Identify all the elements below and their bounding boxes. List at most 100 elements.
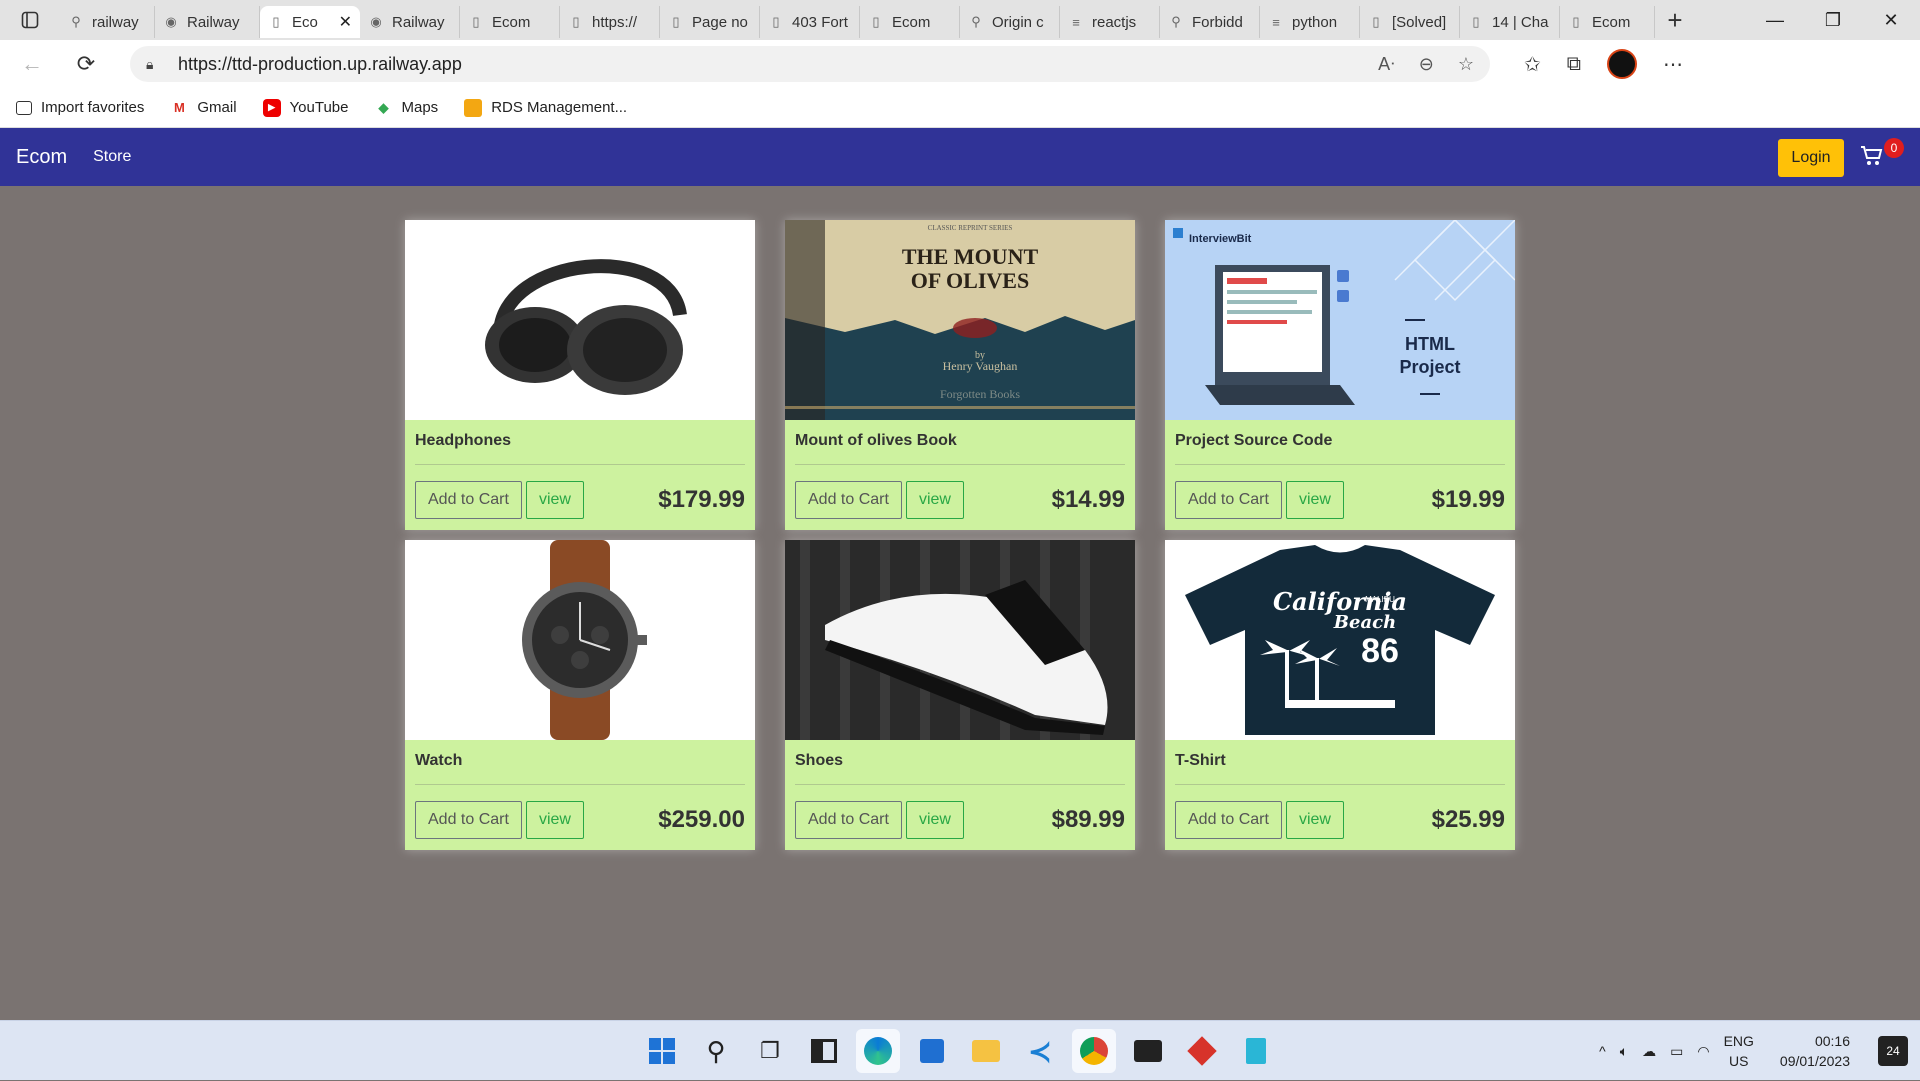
site-brand[interactable]: Ecom xyxy=(16,146,67,169)
browser-tab[interactable]: ⚲ railway xyxy=(60,6,155,38)
task-view-icon: ❐ xyxy=(760,1038,780,1063)
taskbar-chrome[interactable] xyxy=(1072,1029,1116,1073)
add-favorite-icon[interactable]: ☆ xyxy=(1458,54,1474,75)
url-text[interactable]: https://ttd-production.up.railway.app xyxy=(178,54,462,75)
store-link[interactable]: Store xyxy=(93,148,131,166)
browser-tab[interactable]: ▯ 403 Fort xyxy=(760,6,860,38)
favorite-youtube[interactable]: ▶ YouTube xyxy=(262,98,349,117)
tab-label: Railway xyxy=(392,13,445,31)
favorite-gmail[interactable]: M Gmail xyxy=(170,99,237,117)
browser-tab[interactable]: ▯ Ecom xyxy=(1560,6,1655,38)
tab-label: 403 Fort xyxy=(792,13,848,31)
product-image-tshirt[interactable]: California MALIBU Beach 86 xyxy=(1165,540,1515,740)
favorite-maps[interactable]: ◆ Maps xyxy=(375,99,439,117)
tab-label: Page no xyxy=(692,13,748,31)
close-tab-icon[interactable]: ✕ xyxy=(333,12,352,32)
product-title: Headphones xyxy=(415,432,512,449)
add-to-cart-button[interactable]: Add to Cart xyxy=(415,481,522,519)
taskbar-explorer[interactable] xyxy=(964,1029,1008,1073)
new-tab-button[interactable]: + xyxy=(1655,0,1695,40)
card-divider xyxy=(1175,464,1505,465)
view-button[interactable]: view xyxy=(905,481,964,519)
task-view-button[interactable]: ❐ xyxy=(748,1029,792,1073)
browser-tab[interactable]: ▯ https:// xyxy=(560,6,660,38)
language-indicator[interactable]: ENG US xyxy=(1724,1031,1754,1071)
browser-tab[interactable]: ⚲ Origin c xyxy=(960,6,1060,38)
view-button[interactable]: view xyxy=(1285,801,1344,839)
taskbar-package-app[interactable] xyxy=(1180,1029,1224,1073)
more-menu-icon[interactable]: ⋯ xyxy=(1663,52,1683,77)
view-button[interactable]: view xyxy=(1285,481,1344,519)
cart-icon[interactable] xyxy=(1860,144,1884,170)
tab-actions-button[interactable] xyxy=(0,0,60,40)
browser-tab[interactable]: ▯ 14 | Cha xyxy=(1460,6,1560,38)
site-navbar: Ecom Store Login 0 xyxy=(0,128,1920,186)
product-image-watch[interactable] xyxy=(405,540,755,740)
search-button[interactable]: ⚲ xyxy=(694,1029,738,1073)
product-image-headphones[interactable] xyxy=(405,220,755,420)
page-icon: ▯ xyxy=(672,14,680,29)
browser-tab[interactable]: ◉ Railway xyxy=(360,6,460,38)
view-button[interactable]: view xyxy=(525,801,584,839)
favorite-import[interactable]: Import favorites xyxy=(16,99,144,116)
favorite-rds[interactable]: RDS Management... xyxy=(464,98,627,117)
add-to-cart-button[interactable]: Add to Cart xyxy=(1175,481,1282,519)
start-button[interactable] xyxy=(640,1029,684,1073)
tab-label: Railway xyxy=(187,13,240,31)
tab-label: railway xyxy=(92,13,139,31)
browser-tab[interactable]: ▯ Ecom xyxy=(860,6,960,38)
widgets-button[interactable] xyxy=(802,1029,846,1073)
battery-icon[interactable]: ▭ xyxy=(1670,1043,1683,1060)
search-icon: ⚲ xyxy=(71,14,81,29)
collections-icon[interactable]: ⧉ xyxy=(1567,53,1581,76)
taskbar-edge[interactable] xyxy=(856,1029,900,1073)
browser-tab[interactable]: ▯ Ecom xyxy=(460,6,560,38)
product-title: Watch xyxy=(415,752,463,769)
product-image-source-code[interactable]: InterviewBit HTML Project xyxy=(1165,220,1515,420)
product-image-book[interactable]: CLASSIC REPRINT SERIES THE MOUNT OF OLIV… xyxy=(785,220,1135,420)
tab-label: Ecom xyxy=(1592,13,1631,31)
add-to-cart-button[interactable]: Add to Cart xyxy=(415,801,522,839)
read-aloud-icon[interactable]: Aᐧ xyxy=(1378,54,1395,75)
zoom-out-icon[interactable]: ⊖ xyxy=(1419,54,1434,75)
minimize-button[interactable]: — xyxy=(1746,0,1804,40)
add-to-cart-button[interactable]: Add to Cart xyxy=(795,801,902,839)
product-title: Shoes xyxy=(795,752,844,769)
url-bar[interactable]: 🔒︎ https://ttd-production.up.railway.app… xyxy=(130,46,1490,82)
taskbar-terminal[interactable] xyxy=(1126,1029,1170,1073)
profile-avatar[interactable] xyxy=(1607,49,1638,79)
product-card: Shoes Add to Cart view $89.99 xyxy=(785,540,1135,850)
add-to-cart-button[interactable]: Add to Cart xyxy=(1175,801,1282,839)
product-image-shoes[interactable] xyxy=(785,540,1135,740)
product-price: $14.99 xyxy=(1051,486,1125,513)
notification-center[interactable]: 24 xyxy=(1878,1036,1908,1066)
railway-icon: ◉ xyxy=(165,14,177,29)
browser-tab[interactable]: ▯ [Solved] xyxy=(1360,6,1460,38)
browser-tab[interactable]: ▯ Page no xyxy=(660,6,760,38)
show-hidden-icons[interactable]: ^ xyxy=(1599,1043,1606,1059)
volume-icon[interactable]: 🔈︎ xyxy=(1620,1043,1628,1060)
wifi-icon[interactable]: ◠ xyxy=(1697,1043,1709,1060)
browser-tab[interactable]: ▯ Eco ✕ xyxy=(260,6,360,38)
favorites-icon[interactable]: ✩ xyxy=(1524,52,1541,77)
vscode-icon: ≺ xyxy=(1028,1035,1052,1067)
taskbar-notepad[interactable] xyxy=(1234,1029,1278,1073)
refresh-button[interactable]: ⟳ xyxy=(64,44,108,84)
browser-tab[interactable]: ≡ reactjs xyxy=(1060,6,1160,38)
login-button[interactable]: Login xyxy=(1778,139,1844,177)
view-button[interactable]: view xyxy=(525,481,584,519)
browser-tab[interactable]: ◉ Railway xyxy=(155,6,260,38)
clock[interactable]: 00:16 09/01/2023 xyxy=(1780,1031,1850,1071)
close-window-button[interactable]: ✕ xyxy=(1862,0,1920,40)
book-series-text: CLASSIC REPRINT SERIES xyxy=(928,224,1013,232)
onedrive-icon[interactable]: ☁︎ xyxy=(1642,1043,1656,1060)
add-to-cart-button[interactable]: Add to Cart xyxy=(795,481,902,519)
browser-tab[interactable]: ⚲ Forbidd xyxy=(1160,6,1260,38)
browser-tab[interactable]: ≡ python xyxy=(1260,6,1360,38)
lock-icon: 🔒︎ xyxy=(146,55,154,72)
view-button[interactable]: view xyxy=(905,801,964,839)
back-button[interactable]: ← xyxy=(10,44,54,84)
taskbar-store[interactable] xyxy=(910,1029,954,1073)
taskbar-vscode[interactable]: ≺ xyxy=(1018,1029,1062,1073)
restore-button[interactable]: ❐ xyxy=(1804,0,1862,40)
